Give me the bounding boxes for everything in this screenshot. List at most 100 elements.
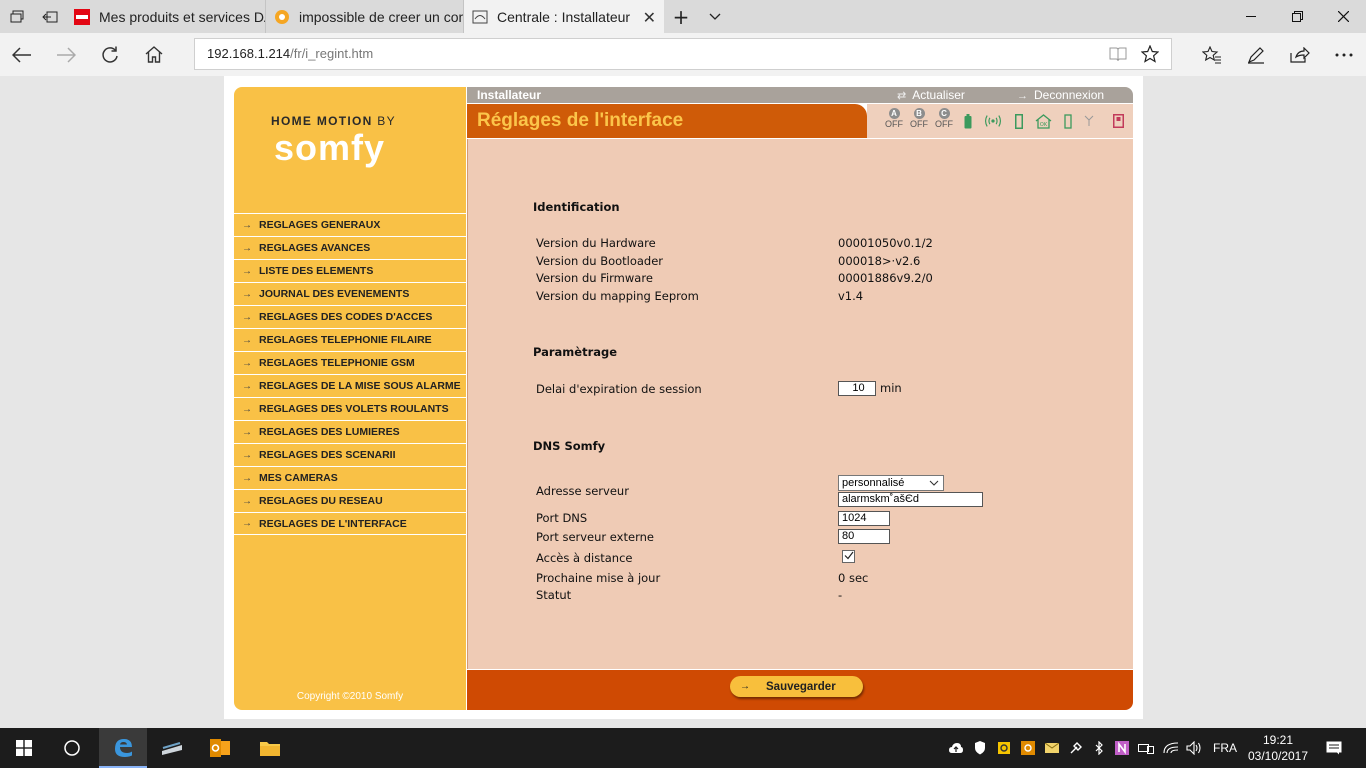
system-clock[interactable]: 19:21 03/10/2017 — [1245, 732, 1311, 764]
tab-preview-chevron-icon[interactable] — [698, 0, 731, 33]
minimize-icon[interactable] — [1228, 0, 1274, 33]
server-address-label: Adresse serveur — [536, 484, 629, 498]
radio-icon — [984, 112, 1002, 130]
darty-icon — [74, 8, 90, 25]
clock-time: 19:21 — [1262, 733, 1294, 747]
sidebar-item-label: JOURNAL DES EVENEMENTS — [259, 288, 410, 300]
sidebar-item-reglages-avances[interactable]: → REGLAGES AVANCES — [234, 236, 466, 259]
arrow-right-icon: → — [242, 357, 252, 369]
arrow-right-icon: → — [740, 681, 750, 692]
sidebar-item-lumieres[interactable]: → REGLAGES DES LUMIERES — [234, 420, 466, 443]
favorites-hub-icon[interactable] — [1190, 33, 1234, 76]
header-strip: Installateur ⇄ Actualiser → Deconnexion — [467, 87, 1133, 103]
security-shield-icon[interactable] — [968, 728, 992, 768]
reading-view-icon[interactable] — [1103, 39, 1133, 69]
cortana-search-icon[interactable] — [48, 728, 96, 768]
outlook-icon[interactable] — [196, 728, 244, 768]
action-center-icon[interactable] — [1322, 728, 1346, 768]
forward-icon[interactable] — [44, 33, 88, 76]
mail-icon[interactable] — [1040, 728, 1064, 768]
session-timeout-input[interactable]: 10 — [838, 381, 876, 396]
zone-state: OFF — [935, 119, 953, 129]
tab-overview-icon[interactable] — [0, 0, 33, 33]
external-port-input[interactable]: 80 — [838, 529, 890, 544]
arrow-right-icon: → — [242, 380, 252, 392]
onenote-icon[interactable] — [1110, 728, 1134, 768]
sidebar-item-cameras[interactable]: → MES CAMERAS — [234, 466, 466, 489]
favorite-star-icon[interactable] — [1135, 39, 1165, 69]
copyright-text: Copyright ©2010 Somfy — [296, 691, 404, 702]
port-dns-input[interactable]: 1024 — [838, 511, 890, 526]
server-address-input[interactable]: alarmskm˚ašЄd — [838, 492, 983, 507]
footer-bar: → Sauvegarder — [467, 670, 1133, 710]
sidebar-item-journal-evenements[interactable]: → JOURNAL DES EVENEMENTS — [234, 282, 466, 305]
volume-icon[interactable] — [1182, 728, 1206, 768]
zone-state: OFF — [910, 119, 928, 129]
home-icon[interactable] — [132, 33, 176, 76]
arrow-right-icon: → — [242, 426, 252, 438]
page-header: Réglages de l'interface — [467, 104, 867, 138]
checkmark-icon — [844, 551, 853, 560]
page-title: Réglages de l'interface — [477, 110, 684, 131]
refresh-icon[interactable] — [88, 33, 132, 76]
tab-forum[interactable]: impossible de creer un com — [266, 0, 464, 33]
save-button[interactable]: → Sauvegarder — [730, 676, 863, 697]
sidebar-item-volets-roulants[interactable]: → REGLAGES DES VOLETS ROULANTS — [234, 397, 466, 420]
status-value: - — [838, 588, 843, 602]
arrow-right-icon: → — [242, 219, 252, 231]
tab-centrale[interactable]: Centrale : Installateur ✕ — [464, 0, 664, 33]
zone-state: OFF — [885, 119, 903, 129]
edge-browser-icon[interactable] — [99, 728, 147, 768]
set-tabs-aside-icon[interactable] — [33, 0, 66, 33]
somfy-logo: somfy — [274, 127, 386, 168]
outlook-tray-icon[interactable] — [1016, 728, 1040, 768]
cloud-upload-icon[interactable] — [944, 728, 968, 768]
logout-link-label: Deconnexion — [1034, 88, 1105, 102]
input-language[interactable]: FRA — [1213, 728, 1237, 768]
refresh-link[interactable]: ⇄ Actualiser — [897, 88, 965, 102]
web-note-pen-icon[interactable] — [1234, 33, 1278, 76]
sidebar-item-liste-elements[interactable]: → LISTE DES ELEMENTS — [234, 259, 466, 282]
sidebar-item-label: REGLAGES DE L'INTERFACE — [259, 517, 407, 530]
remote-access-checkbox[interactable] — [842, 550, 855, 563]
back-icon[interactable] — [0, 33, 44, 76]
arrow-right-icon: → — [242, 242, 252, 254]
next-update-label: Prochaine mise à jour — [536, 571, 661, 585]
sidebar-item-codes-acces[interactable]: → REGLAGES DES CODES D'ACCES — [234, 305, 466, 328]
sidebar: HOME MOTION BY somfy → REGLAGES GENERAUX … — [234, 87, 466, 710]
browser-tab-strip: Mes produits et services DA impossible d… — [0, 0, 1366, 33]
section-heading-identification: Identification — [533, 200, 620, 214]
sidebar-item-telephonie-filaire[interactable]: → REGLAGES TELEPHONIE FILAIRE — [234, 328, 466, 351]
sidebar-item-scenarii[interactable]: → REGLAGES DES SCENARII — [234, 443, 466, 466]
sidebar-item-telephonie-gsm[interactable]: → REGLAGES TELEPHONIE GSM — [234, 351, 466, 374]
share-icon[interactable] — [1278, 33, 1322, 76]
new-tab-icon[interactable]: + — [664, 0, 698, 33]
file-explorer-icon[interactable] — [246, 728, 294, 768]
zone-letter: B — [913, 108, 925, 119]
sidebar-item-reseau[interactable]: → REGLAGES DU RESEAU — [234, 489, 466, 512]
scanner-app-icon[interactable] — [148, 728, 196, 768]
refresh-link-label: Actualiser — [912, 88, 965, 102]
device-tool-icon[interactable] — [1064, 728, 1088, 768]
server-type-select[interactable]: personnalisé — [838, 475, 944, 491]
arrow-right-icon: → — [242, 495, 252, 507]
restore-icon[interactable] — [1274, 0, 1320, 33]
sidebar-item-reglages-generaux[interactable]: → REGLAGES GENERAUX — [234, 213, 466, 236]
more-menu-icon[interactable] — [1322, 33, 1366, 76]
logout-link[interactable]: → Deconnexion — [1017, 88, 1104, 102]
project-display-icon[interactable] — [1134, 728, 1158, 768]
zone-letter: A — [888, 108, 900, 119]
norton-icon[interactable] — [992, 728, 1016, 768]
address-bar[interactable]: 192.168.1.214/fr/i_regint.htm — [194, 38, 1172, 70]
tamper-icon — [1109, 112, 1127, 130]
tab-darty[interactable]: Mes produits et services DA — [66, 0, 266, 33]
windows-start-icon[interactable] — [0, 728, 48, 768]
close-window-icon[interactable] — [1320, 0, 1366, 33]
arrow-right-icon: → — [242, 311, 252, 323]
session-timeout-label: Delai d'expiration de session — [536, 382, 702, 396]
sidebar-item-mise-sous-alarme[interactable]: → REGLAGES DE LA MISE SOUS ALARME — [234, 374, 466, 397]
bluetooth-icon[interactable] — [1087, 728, 1111, 768]
sidebar-item-interface[interactable]: → REGLAGES DE L'INTERFACE — [234, 512, 466, 535]
wifi-icon[interactable] — [1159, 728, 1183, 768]
close-tab-icon[interactable]: ✕ — [643, 8, 656, 28]
